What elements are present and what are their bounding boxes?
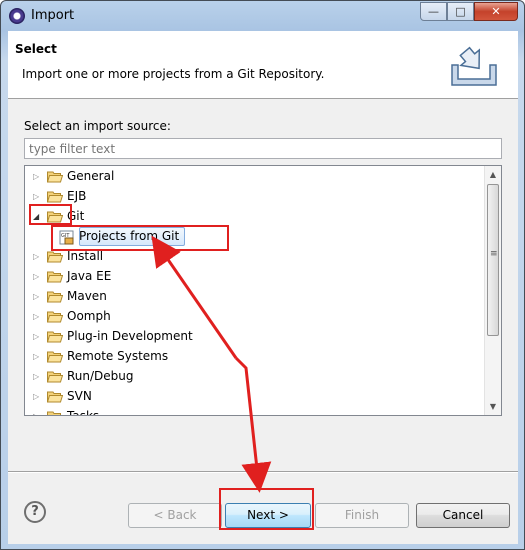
next-button-highlight-box	[219, 488, 314, 530]
minimize-button[interactable]: —	[420, 2, 447, 21]
help-button[interactable]: ?	[24, 501, 46, 523]
window-title: Import	[31, 8, 75, 23]
tree-scrollbar[interactable]: ▲ ≡ ▼	[484, 166, 501, 415]
import-source-tree[interactable]: ▷ General ▷ EJB ◢ Git GIT Projects from Git ▷ Ins…	[24, 165, 502, 416]
folder-icon	[46, 370, 64, 383]
folder-icon	[46, 290, 64, 303]
dialog-client-area: Select Import one or more projects from …	[8, 31, 518, 544]
eclipse-icon	[9, 8, 25, 24]
finish-button[interactable]: Finish	[315, 503, 409, 528]
expand-icon[interactable]: ▷	[33, 332, 43, 341]
close-button[interactable]: ✕	[474, 2, 518, 21]
scroll-thumb[interactable]: ≡	[487, 184, 499, 336]
import-source-label: Select an import source:	[24, 119, 171, 133]
page-title: Select	[15, 42, 57, 56]
folder-icon	[46, 190, 64, 203]
tree-item-label: Remote Systems	[67, 349, 169, 363]
expand-icon[interactable]: ▷	[33, 192, 43, 201]
back-button[interactable]: < Back	[128, 503, 222, 528]
tree-item-label: General	[67, 169, 115, 183]
tree-item[interactable]: ▷ General	[25, 167, 485, 187]
expand-icon[interactable]: ▷	[33, 312, 43, 321]
tree-item[interactable]: ▷ SVN	[25, 387, 485, 407]
page-description: Import one or more projects from a Git R…	[22, 67, 325, 81]
import-wizard-icon	[451, 46, 497, 86]
tree-item[interactable]: ▷ Remote Systems	[25, 347, 485, 367]
folder-icon	[47, 410, 63, 415]
expand-icon[interactable]: ▷	[33, 352, 43, 361]
tree-item[interactable]: ▷ Tasks	[25, 407, 485, 416]
maximize-icon: □	[455, 5, 466, 18]
tree-item-label: Java EE	[67, 269, 112, 283]
tree-item-label: Maven	[67, 289, 107, 303]
folder-icon	[46, 350, 64, 363]
scroll-up-arrow[interactable]: ▲	[485, 166, 501, 183]
tree-item-label: EJB	[67, 189, 87, 203]
button-bar-separator	[8, 471, 518, 473]
expand-icon[interactable]: ▷	[33, 252, 43, 261]
help-icon: ?	[31, 504, 39, 519]
tree-item-label: Install	[67, 249, 104, 263]
tree-item[interactable]: ▷ Plug-in Development	[25, 327, 485, 347]
tree-item[interactable]: ▷ Oomph	[25, 307, 485, 327]
folder-icon	[46, 330, 64, 343]
scroll-down-arrow[interactable]: ▼	[485, 398, 501, 415]
title-bar[interactable]: Import — □ ✕	[1, 1, 524, 31]
import-dialog: Import — □ ✕ Select Import one or more p…	[0, 0, 525, 550]
close-icon: ✕	[491, 5, 501, 18]
tree-item[interactable]: ▷ Java EE	[25, 267, 485, 287]
tree-item-label: Plug-in Development	[67, 329, 193, 343]
maximize-button[interactable]: □	[447, 2, 474, 21]
folder-icon	[46, 250, 64, 263]
tree-item-label: Run/Debug	[67, 369, 134, 383]
cancel-button[interactable]: Cancel	[416, 503, 510, 528]
expand-icon[interactable]: ▷	[33, 372, 43, 381]
tree-viewport: ▷ General ▷ EJB ◢ Git GIT Projects from Git ▷ Ins…	[25, 166, 485, 415]
folder-icon	[46, 170, 64, 183]
tree-item-label: Tasks	[67, 409, 100, 416]
tree-item[interactable]: ▷ Maven	[25, 287, 485, 307]
tree-item-label: SVN	[67, 389, 92, 403]
tree-item[interactable]: ◢ Git	[25, 207, 485, 227]
projects-from-git-highlight-box	[51, 225, 229, 251]
tree-item-label: Oomph	[67, 309, 111, 323]
folder-icon	[46, 270, 64, 283]
expand-icon[interactable]: ▷	[33, 272, 43, 281]
minimize-icon: —	[428, 5, 439, 18]
wizard-header: Select Import one or more projects from …	[8, 31, 518, 99]
filter-input[interactable]	[24, 138, 502, 159]
tree-item[interactable]: ▷ EJB	[25, 187, 485, 207]
folder-icon	[46, 390, 64, 403]
folder-icon	[46, 310, 64, 323]
tree-item[interactable]: ▷ Run/Debug	[25, 367, 485, 387]
expand-icon[interactable]: ▷	[33, 392, 43, 401]
expand-icon[interactable]: ▷	[33, 412, 43, 415]
git-highlight-box	[29, 204, 72, 225]
expand-icon[interactable]: ▷	[33, 172, 43, 181]
expand-icon[interactable]: ▷	[33, 292, 43, 301]
